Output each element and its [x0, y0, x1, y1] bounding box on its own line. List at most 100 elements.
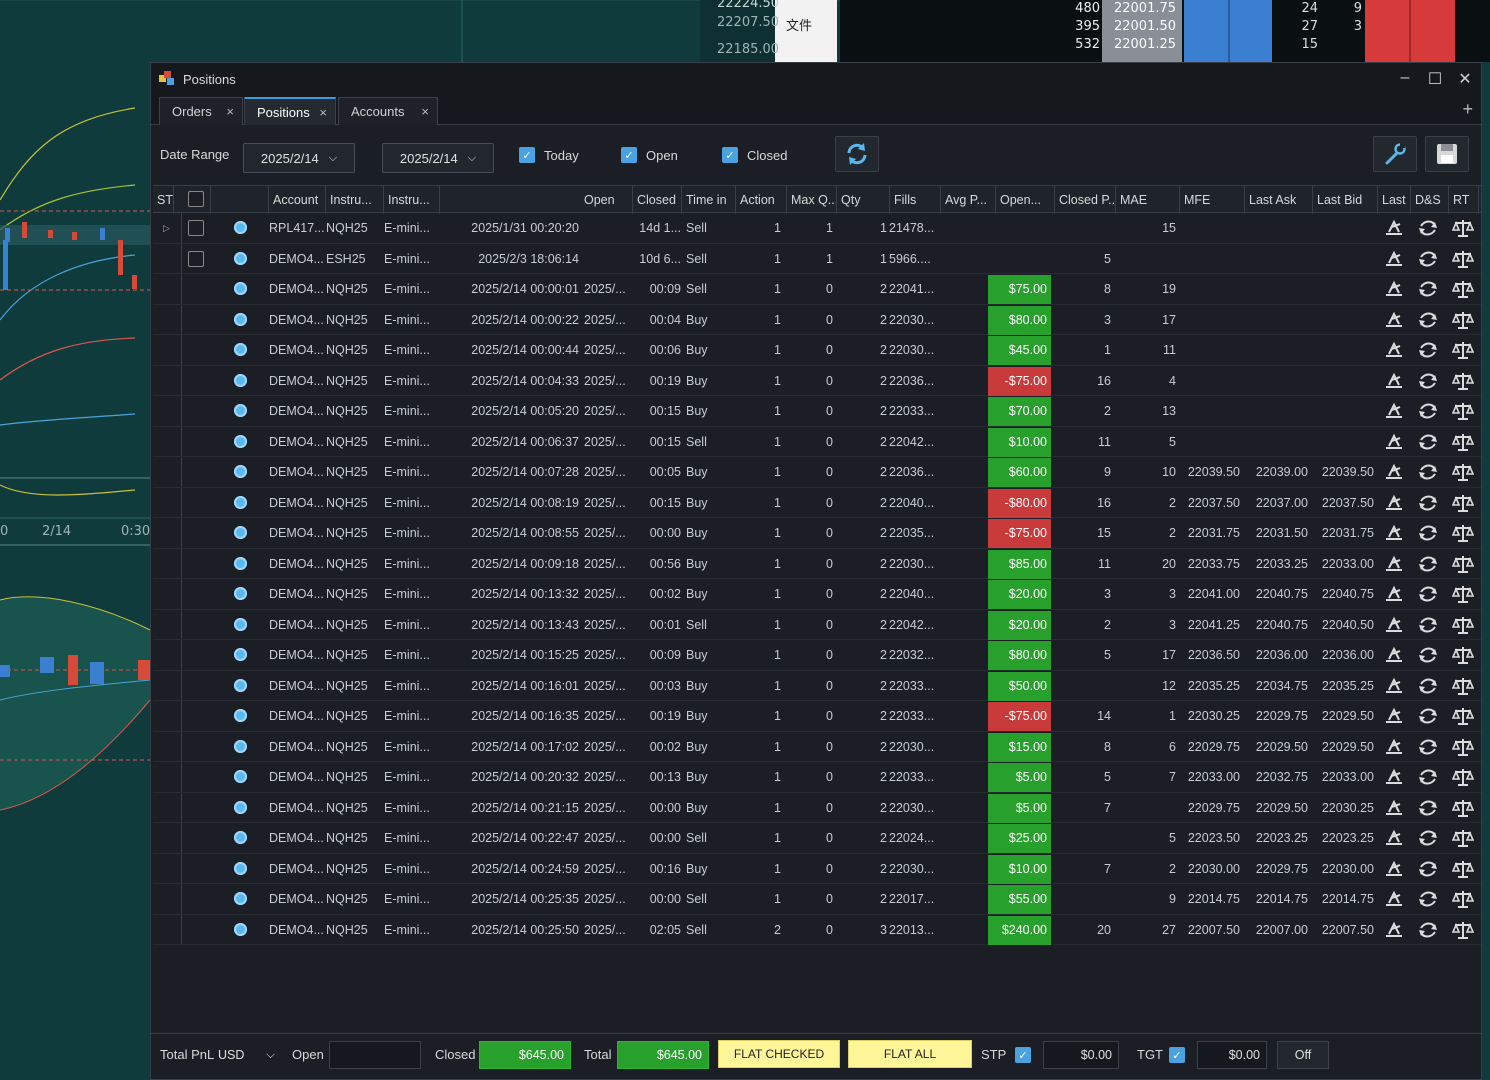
table-row[interactable]: DEMO4... NQH25 E-mini... 2025/2/14 00:15:25… — [153, 640, 1481, 671]
reverse-trade-icon[interactable] — [1417, 554, 1439, 574]
reverse-trade-icon[interactable] — [1417, 493, 1439, 513]
column-header[interactable]: Instru... — [326, 186, 384, 214]
row-checkbox[interactable] — [188, 250, 204, 267]
reverse-trade-icon[interactable] — [1417, 401, 1439, 421]
column-header[interactable]: Closed — [633, 186, 682, 214]
dump-and-stop-icon[interactable] — [1383, 523, 1405, 543]
table-row[interactable]: DEMO4... NQH25 E-mini... 2025/2/14 00:08:55… — [153, 518, 1481, 549]
column-header[interactable]: Qty — [837, 186, 890, 214]
balance-scale-icon[interactable] — [1452, 310, 1474, 330]
dump-and-stop-icon[interactable] — [1383, 889, 1405, 909]
column-header[interactable]: Account — [269, 186, 326, 214]
close-tab-icon[interactable]: × — [421, 104, 429, 119]
balance-scale-icon[interactable] — [1452, 523, 1474, 543]
balance-scale-icon[interactable] — [1452, 889, 1474, 909]
column-header[interactable]: Last Price — [1378, 186, 1411, 214]
tgt-value-field[interactable]: $0.00 — [1197, 1041, 1267, 1069]
table-row[interactable]: ▷ RPL417... NQH25 E-mini... 2025/1/31 00:20:… — [153, 213, 1481, 244]
balance-scale-icon[interactable] — [1452, 401, 1474, 421]
table-row[interactable]: DEMO4... NQH25 E-mini... 2025/2/14 00:13:32… — [153, 579, 1481, 610]
tab-orders[interactable]: Orders × — [159, 97, 243, 125]
reverse-trade-icon[interactable] — [1417, 737, 1439, 757]
reverse-trade-icon[interactable] — [1417, 798, 1439, 818]
reverse-trade-icon[interactable] — [1417, 767, 1439, 787]
balance-scale-icon[interactable] — [1452, 249, 1474, 269]
stp-value-field[interactable]: $0.00 — [1043, 1041, 1119, 1069]
dump-and-stop-icon[interactable] — [1383, 401, 1405, 421]
dump-and-stop-icon[interactable] — [1383, 859, 1405, 879]
column-header[interactable]: RT — [1449, 186, 1479, 214]
tgt-checkbox[interactable]: ✓ — [1169, 1047, 1185, 1063]
row-checkbox[interactable] — [188, 220, 204, 236]
dump-and-stop-icon[interactable] — [1383, 554, 1405, 574]
balance-scale-icon[interactable] — [1452, 432, 1474, 452]
table-row[interactable]: DEMO4... NQH25 E-mini... 2025/2/14 00:20:32… — [153, 762, 1481, 793]
dump-and-stop-icon[interactable] — [1383, 371, 1405, 391]
balance-scale-icon[interactable] — [1452, 584, 1474, 604]
balance-scale-icon[interactable] — [1452, 737, 1474, 757]
column-header[interactable]: Fills — [890, 186, 941, 214]
open-pnl-field[interactable] — [329, 1041, 421, 1069]
dump-and-stop-icon[interactable] — [1383, 249, 1405, 269]
table-row[interactable]: DEMO4... NQH25 E-mini... 2025/2/14 00:09:18… — [153, 549, 1481, 579]
reverse-trade-icon[interactable] — [1417, 615, 1439, 635]
dump-and-stop-icon[interactable] — [1383, 767, 1405, 787]
table-row[interactable]: DEMO4... NQH25 E-mini... 2025/2/14 00:13:43… — [153, 610, 1481, 640]
reverse-trade-icon[interactable] — [1417, 218, 1439, 238]
refresh-button[interactable] — [835, 136, 879, 172]
stp-checkbox[interactable]: ✓ — [1015, 1047, 1031, 1063]
table-row[interactable]: DEMO4... NQH25 E-mini... 2025/2/14 00:16:35… — [153, 701, 1481, 732]
dump-and-stop-icon[interactable] — [1383, 615, 1405, 635]
select-all-checkbox[interactable] — [188, 191, 204, 207]
closed-checkbox[interactable]: ✓ Closed — [722, 147, 787, 163]
column-header[interactable]: Time in — [682, 186, 736, 214]
reverse-trade-icon[interactable] — [1417, 920, 1439, 940]
reverse-trade-icon[interactable] — [1417, 645, 1439, 665]
reverse-trade-icon[interactable] — [1417, 279, 1439, 299]
balance-scale-icon[interactable] — [1452, 371, 1474, 391]
column-header[interactable]: Last Bid — [1313, 186, 1378, 214]
reverse-trade-icon[interactable] — [1417, 706, 1439, 726]
tab-accounts[interactable]: Accounts × — [338, 97, 438, 125]
column-header[interactable]: MFE — [1180, 186, 1245, 214]
table-row[interactable]: DEMO4... NQH25 E-mini... 2025/2/14 00:00:01… — [153, 274, 1481, 305]
reverse-trade-icon[interactable] — [1417, 676, 1439, 696]
column-header[interactable]: Action — [736, 186, 787, 214]
maximize-icon[interactable]: ☐ — [1427, 69, 1443, 89]
balance-scale-icon[interactable] — [1452, 493, 1474, 513]
reverse-trade-icon[interactable] — [1417, 523, 1439, 543]
table-row[interactable]: DEMO4... NQH25 E-mini... 2025/2/14 00:24:59… — [153, 854, 1481, 884]
close-window-icon[interactable]: ✕ — [1457, 69, 1473, 89]
table-row[interactable]: DEMO4... NQH25 E-mini... 2025/2/14 00:00:44… — [153, 335, 1481, 366]
today-checkbox[interactable]: ✓ Today — [519, 147, 579, 163]
dump-and-stop-icon[interactable] — [1383, 310, 1405, 330]
menu-file-label[interactable]: 文件 — [786, 15, 812, 34]
balance-scale-icon[interactable] — [1452, 645, 1474, 665]
balance-scale-icon[interactable] — [1452, 340, 1474, 360]
balance-scale-icon[interactable] — [1452, 279, 1474, 299]
dump-and-stop-icon[interactable] — [1383, 676, 1405, 696]
dump-and-stop-icon[interactable] — [1383, 798, 1405, 818]
dump-and-stop-icon[interactable] — [1383, 645, 1405, 665]
table-row[interactable]: DEMO4... NQH25 E-mini... 2025/2/14 00:00:22… — [153, 305, 1481, 335]
reverse-trade-icon[interactable] — [1417, 462, 1439, 482]
balance-scale-icon[interactable] — [1452, 920, 1474, 940]
table-row[interactable]: DEMO4... NQH25 E-mini... 2025/2/14 00:04:33… — [153, 366, 1481, 396]
reverse-trade-icon[interactable] — [1417, 310, 1439, 330]
window-titlebar[interactable]: Positions – ☐ ✕ — [151, 63, 1481, 95]
table-row[interactable]: DEMO4... NQH25 E-mini... 2025/2/14 00:07:28… — [153, 457, 1481, 488]
table-row[interactable]: DEMO4... NQH25 E-mini... 2025/2/14 00:25:50… — [153, 915, 1481, 945]
dom-price[interactable]: 22001.50 — [1110, 19, 1180, 34]
balance-scale-icon[interactable] — [1452, 828, 1474, 848]
dump-and-stop-icon[interactable] — [1383, 584, 1405, 604]
column-header[interactable]: Instru... — [384, 186, 440, 214]
balance-scale-icon[interactable] — [1452, 218, 1474, 238]
reverse-trade-icon[interactable] — [1417, 340, 1439, 360]
settings-button[interactable] — [1373, 136, 1417, 172]
open-checkbox[interactable]: ✓ Open — [621, 147, 678, 163]
balance-scale-icon[interactable] — [1452, 798, 1474, 818]
table-row[interactable]: DEMO4... ESH25 E-mini... 2025/2/3 18:06:14 1… — [153, 244, 1481, 274]
balance-scale-icon[interactable] — [1452, 767, 1474, 787]
currency-select[interactable]: USD ⌵ — [214, 1041, 278, 1069]
tab-positions[interactable]: Positions × — [244, 97, 336, 125]
